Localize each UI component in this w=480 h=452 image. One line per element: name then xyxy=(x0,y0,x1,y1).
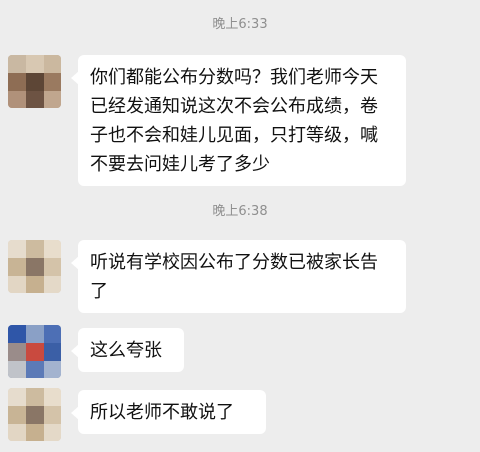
message-bubble[interactable]: 听说有学校因公布了分数已被家长告了 xyxy=(71,240,406,313)
avatar[interactable] xyxy=(8,240,61,293)
avatar[interactable] xyxy=(8,325,61,378)
message-bubble[interactable]: 这么夸张 xyxy=(71,328,184,372)
timestamp: 晚上6:33 xyxy=(212,17,268,32)
avatar[interactable] xyxy=(8,388,61,441)
chat-window: 晚上6:33 你们都能公布分数吗？我们老师今天已经发通知说这次不会公布成绩，卷子… xyxy=(0,0,480,452)
message-bubble[interactable]: 所以老师不敢说了 xyxy=(71,390,266,434)
message-bubble[interactable]: 你们都能公布分数吗？我们老师今天已经发通知说这次不会公布成绩，卷子也不会和娃儿见… xyxy=(71,55,406,186)
timestamp: 晚上6:38 xyxy=(212,204,268,219)
avatar[interactable] xyxy=(8,55,61,108)
